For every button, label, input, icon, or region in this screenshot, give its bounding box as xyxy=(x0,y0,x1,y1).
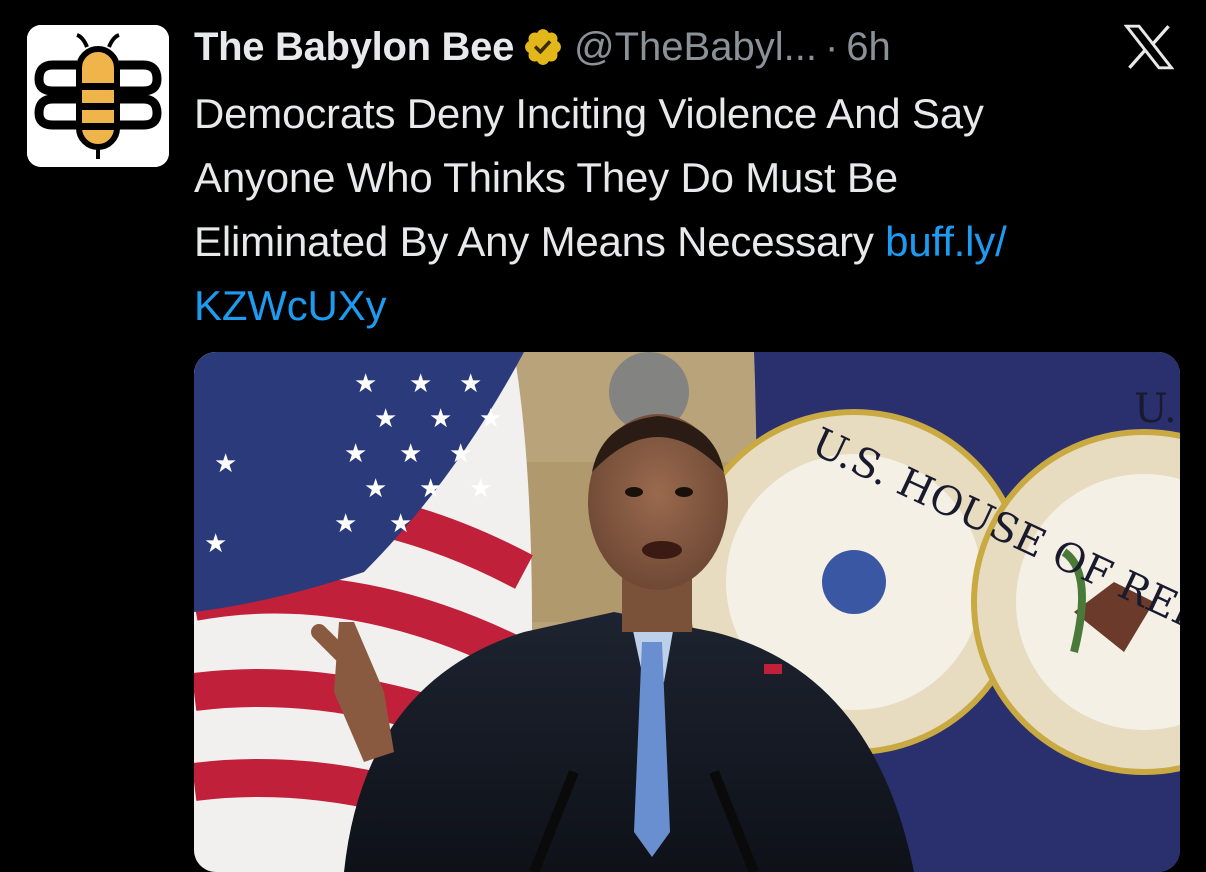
seal-text-right: U. xyxy=(1134,386,1177,432)
svg-text:★: ★ xyxy=(449,439,472,469)
tweet-text-line: Eliminated By Any Means Necessary xyxy=(194,218,886,265)
svg-text:★: ★ xyxy=(469,474,492,504)
tweet-text-line: Democrats Deny Inciting Violence And Say xyxy=(194,90,984,137)
tweet-link[interactable]: buff.ly/ xyxy=(885,218,1007,265)
tweet-timestamp[interactable]: 6h xyxy=(846,25,891,70)
svg-text:★: ★ xyxy=(479,404,502,434)
svg-text:★: ★ xyxy=(334,509,357,539)
author-avatar[interactable] xyxy=(27,25,169,167)
tweet-header: The Babylon Bee @TheBabyl... · 6h xyxy=(194,22,891,72)
svg-text:★: ★ xyxy=(344,439,367,469)
svg-text:★: ★ xyxy=(389,509,412,539)
tweet-media-image[interactable]: ★★★ ★★★ ★★★ ★★★ ★★ ★★ U.S. HOUSE OF REPR… xyxy=(194,352,1180,872)
babylon-bee-logo-icon xyxy=(27,25,169,167)
svg-text:★: ★ xyxy=(354,369,377,399)
svg-text:★: ★ xyxy=(364,474,387,504)
svg-text:★: ★ xyxy=(409,369,432,399)
tweet-text: Democrats Deny Inciting Violence And Say… xyxy=(194,82,1184,338)
tweet-link-continued[interactable]: KZWcUXy xyxy=(194,282,386,329)
svg-text:★: ★ xyxy=(204,529,227,559)
svg-text:★: ★ xyxy=(399,439,422,469)
svg-text:★: ★ xyxy=(374,404,397,434)
header-separator: · xyxy=(824,24,839,69)
author-handle[interactable]: @TheBabyl... xyxy=(574,25,817,70)
tweet-text-line: Anyone Who Thinks They Do Must Be xyxy=(194,154,898,201)
svg-text:★: ★ xyxy=(214,449,237,479)
svg-text:★: ★ xyxy=(429,404,452,434)
author-name[interactable]: The Babylon Bee xyxy=(194,25,514,70)
x-logo-icon xyxy=(1124,24,1174,70)
verified-badge-icon[interactable] xyxy=(522,26,564,68)
svg-text:★: ★ xyxy=(419,474,442,504)
svg-text:★: ★ xyxy=(459,369,482,399)
